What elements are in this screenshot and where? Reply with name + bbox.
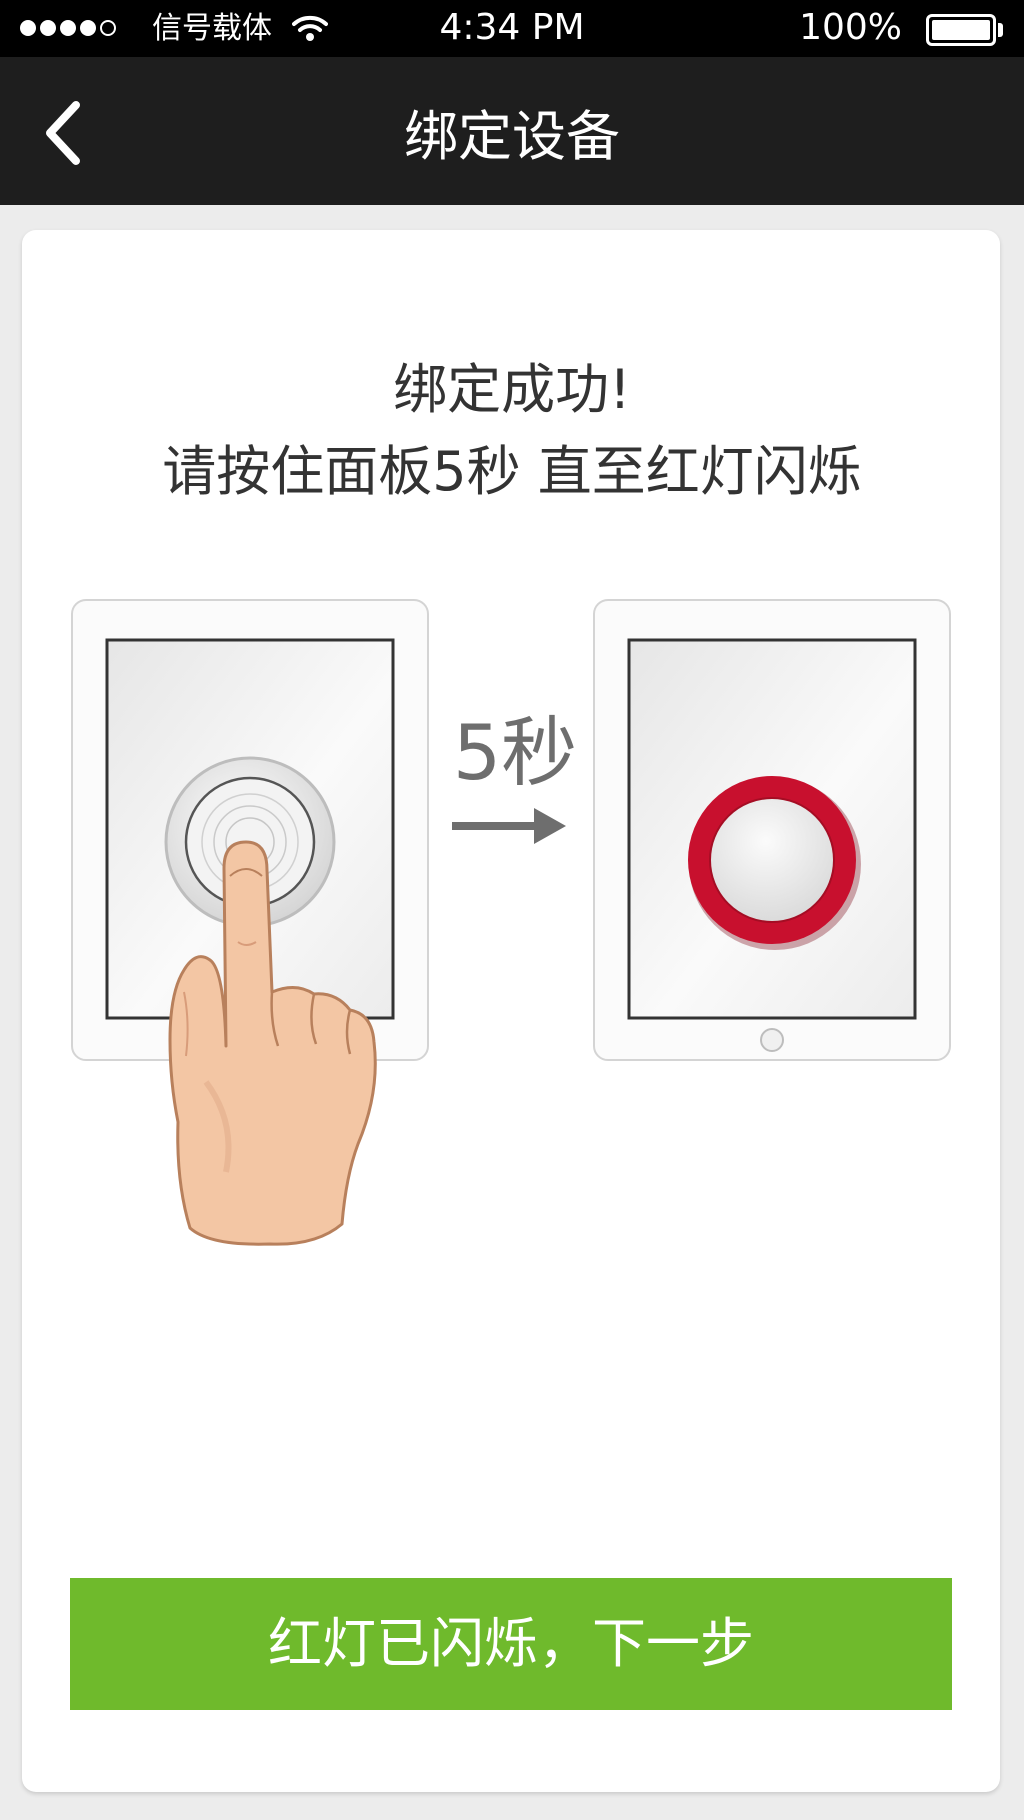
duration-label: 5秒 xyxy=(452,708,578,797)
next-step-button[interactable]: 红灯已闪烁，下一步 xyxy=(70,1578,952,1710)
page-title: 绑定设备 xyxy=(404,105,620,168)
battery-tip xyxy=(998,23,1003,37)
tablet-red-light-illustration xyxy=(593,599,951,1061)
pointing-hand-icon xyxy=(168,840,377,1246)
arrow-right-icon xyxy=(452,808,566,844)
status-bar: 信号载体 4:34 PM 100% xyxy=(0,0,1024,57)
battery-icon xyxy=(926,14,996,46)
instruction-text: 请按住面板5秒 直至红灯闪烁 xyxy=(162,440,862,503)
battery-percentage: 100% xyxy=(799,7,902,48)
success-message: 绑定成功! xyxy=(393,358,631,421)
navigation-bar: 绑定设备 xyxy=(0,57,1024,205)
